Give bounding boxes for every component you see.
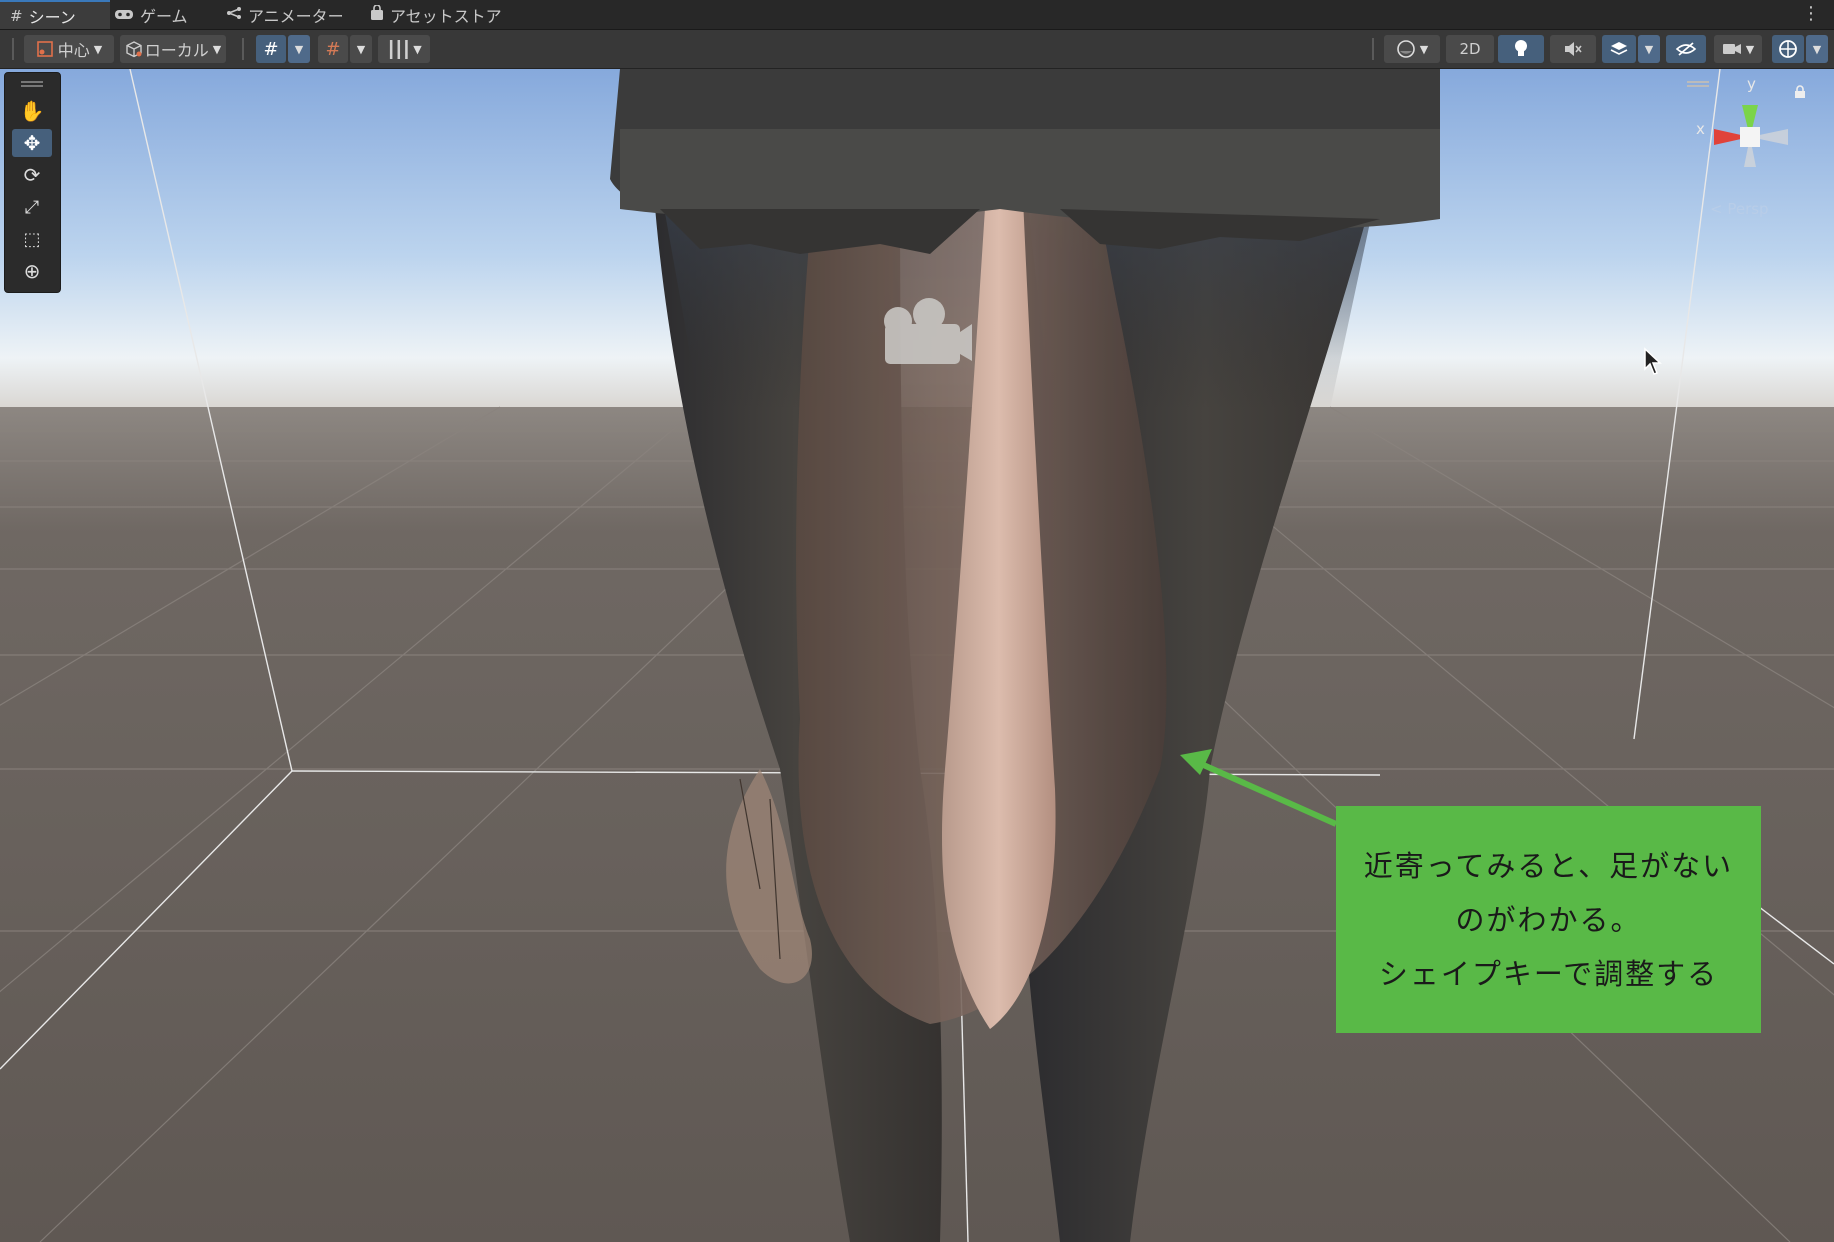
increment-snap-button[interactable]: # xyxy=(318,35,348,63)
audio-mute-icon xyxy=(1565,42,1582,56)
toolbar-separator xyxy=(1372,38,1374,60)
pivot-label: 中心 xyxy=(57,41,90,60)
rotate-tool-button[interactable]: ⟳ xyxy=(12,161,52,189)
lighting-toggle-button[interactable] xyxy=(1498,35,1544,63)
grid-snap-dropdown[interactable]: ▼ xyxy=(288,35,310,63)
gizmos-dropdown[interactable]: ▼ xyxy=(1806,35,1828,63)
tab-game-label: ゲーム xyxy=(140,6,188,26)
tab-asset-store-label: アセットストア xyxy=(390,6,502,26)
editor-tab-bar: # シーン ゲーム アニメーター アセットストア ⋮ xyxy=(0,0,1834,30)
cube-icon xyxy=(126,41,142,58)
camera-settings-button[interactable]: ▼ xyxy=(1714,35,1762,63)
chevron-down-icon: ▼ xyxy=(1812,42,1822,56)
store-bag-icon xyxy=(370,3,384,25)
space-toggle-button[interactable]: ローカル ▼ xyxy=(120,35,226,63)
tab-animator-label: アニメーター xyxy=(248,6,344,26)
ruler-icon: ┃┃┃ xyxy=(386,39,411,59)
shading-mode-button[interactable]: ▼ xyxy=(1384,35,1440,63)
2d-mode-button[interactable]: 2D xyxy=(1446,35,1494,63)
more-options-icon[interactable]: ⋮ xyxy=(1802,3,1820,25)
chevron-down-icon: ▼ xyxy=(212,42,222,56)
chevron-down-icon: ▼ xyxy=(294,42,304,56)
tool-panel-grip[interactable] xyxy=(21,81,43,83)
toolbar-separator xyxy=(242,38,244,60)
scale-tool-button[interactable]: ⤢ xyxy=(12,193,52,221)
transform-tool-panel: ✋ ✥ ⟳ ⤢ ⬚ ⊕ xyxy=(4,72,61,293)
gizmo-y-label: y xyxy=(1747,75,1756,93)
scene-toolbar: 中心 ▼ ローカル ▼ # ▼ # ▼ ┃┃┃ ▼ ▼ 2D ▼ ▼ ▼ xyxy=(0,30,1834,69)
chevron-down-icon: ▼ xyxy=(1745,42,1755,56)
tab-scene-label: シーン xyxy=(28,7,76,27)
scene-viewport[interactable]: y x < Persp 近寄ってみると、足がない のがわかる。 シェイプキーで調… xyxy=(0,69,1834,1242)
ruler-snap-button[interactable]: ┃┃┃ ▼ xyxy=(378,35,430,63)
mouse-cursor-icon xyxy=(1644,347,1662,375)
layers-effects-icon xyxy=(1610,42,1628,55)
rotate-icon: ⟳ xyxy=(23,163,41,187)
chevron-down-icon: ▼ xyxy=(1644,42,1654,56)
tab-animator[interactable]: アニメーター xyxy=(226,0,344,29)
annotation-line-3: シェイプキーで調整する xyxy=(1378,956,1719,991)
pivot-toggle-button[interactable]: 中心 ▼ xyxy=(24,35,114,63)
annotation-line-1: 近寄ってみると、足がない xyxy=(1363,848,1734,883)
chevron-down-icon: ▼ xyxy=(413,42,422,56)
video-camera-icon xyxy=(1722,44,1741,54)
lightbulb-icon xyxy=(1515,40,1527,56)
hand-icon: ✋ xyxy=(19,99,45,123)
scene-render xyxy=(0,69,1834,1242)
chevron-down-icon: ▼ xyxy=(356,42,366,56)
eye-hidden-icon xyxy=(1675,42,1697,56)
tab-scene[interactable]: # シーン xyxy=(0,0,110,29)
sphere-shading-icon xyxy=(1396,40,1415,58)
gizmo-x-label: x xyxy=(1696,120,1705,138)
scale-icon: ⤢ xyxy=(24,196,40,218)
grid-snap-button[interactable]: # xyxy=(256,35,286,63)
move-arrows-icon: ✥ xyxy=(23,131,41,155)
chevron-down-icon: ▼ xyxy=(1419,42,1429,56)
gizmos-globe-icon xyxy=(1779,40,1797,58)
effects-toggle-button[interactable] xyxy=(1602,35,1636,63)
gamepad-icon xyxy=(114,6,134,24)
pivot-icon xyxy=(36,41,53,57)
grid-snap-icon: # xyxy=(263,38,279,60)
gizmo-persp-label[interactable]: < Persp xyxy=(1710,200,1769,218)
annotation-line-2: のがわかる。 xyxy=(1455,902,1642,937)
effects-dropdown[interactable]: ▼ xyxy=(1638,35,1660,63)
transform-combined-icon: ⊕ xyxy=(23,259,41,283)
orientation-gizmo[interactable]: y x < Persp xyxy=(1680,75,1834,237)
gizmos-toggle-button[interactable] xyxy=(1772,35,1804,63)
chevron-down-icon: ▼ xyxy=(93,42,103,56)
audio-toggle-button[interactable] xyxy=(1550,35,1596,63)
2d-mode-label: 2D xyxy=(1459,40,1481,58)
move-tool-button[interactable]: ✥ xyxy=(12,129,52,157)
tab-game[interactable]: ゲーム xyxy=(114,0,188,29)
grid-icon: # xyxy=(10,6,23,25)
hand-tool-button[interactable]: ✋ xyxy=(12,97,52,125)
transform-tool-button[interactable]: ⊕ xyxy=(12,257,52,285)
toolbar-separator xyxy=(12,38,14,60)
animator-icon xyxy=(226,6,242,24)
rect-tool-button[interactable]: ⬚ xyxy=(12,225,52,253)
annotation-callout: 近寄ってみると、足がない のがわかる。 シェイプキーで調整する xyxy=(1336,806,1761,1033)
increment-snap-icon: # xyxy=(325,38,341,60)
tab-asset-store[interactable]: アセットストア xyxy=(370,0,502,29)
increment-snap-dropdown[interactable]: ▼ xyxy=(350,35,372,63)
space-label: ローカル xyxy=(144,41,209,60)
scene-visibility-button[interactable] xyxy=(1666,35,1706,63)
rect-transform-icon: ⬚ xyxy=(23,228,41,250)
